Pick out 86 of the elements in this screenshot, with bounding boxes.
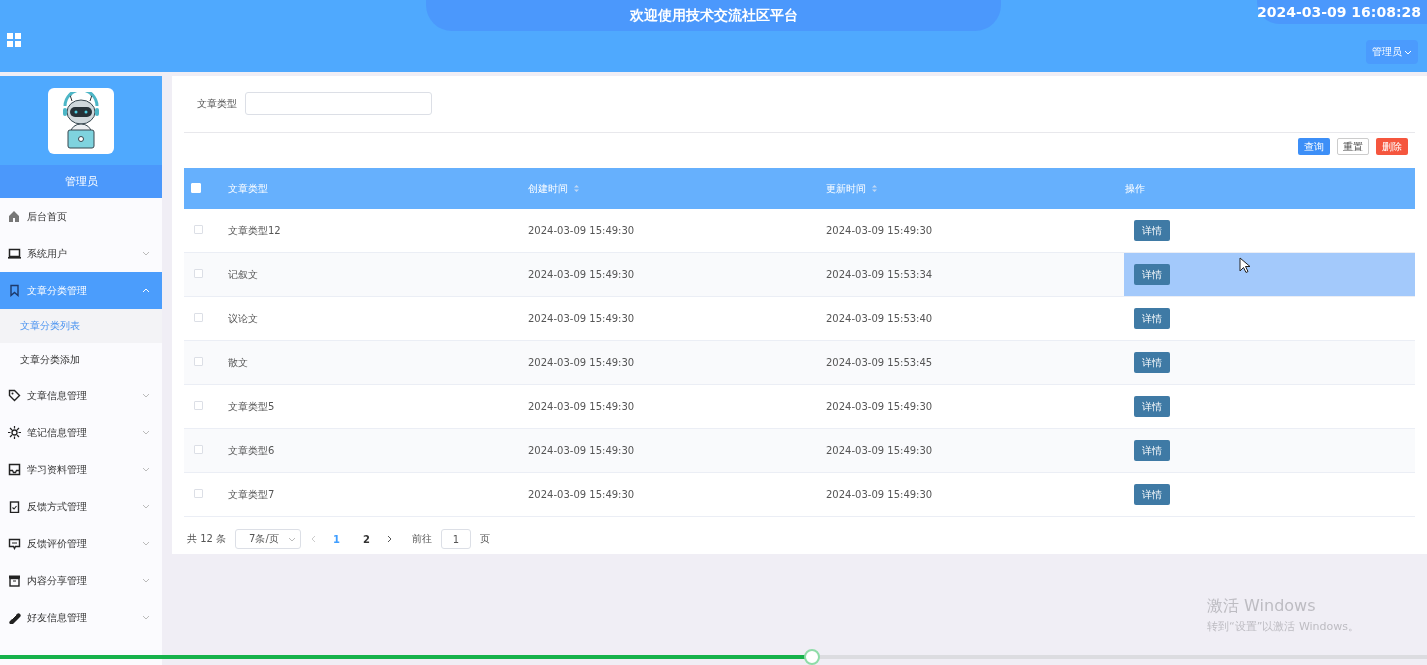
menu-item[interactable]: 好友信息管理 xyxy=(0,599,162,636)
playback-track[interactable] xyxy=(0,655,1427,659)
menu-icon xyxy=(8,284,21,297)
submenu-item[interactable]: 文章分类添加 xyxy=(0,343,162,377)
table-cell: 文章类型6 xyxy=(228,444,275,456)
site-title: 欢迎使用技术交流社区平台 xyxy=(426,0,1001,31)
action-button[interactable]: 查询 xyxy=(1298,138,1330,155)
user-menu-button[interactable]: 管理员 xyxy=(1366,40,1418,64)
menu-item[interactable]: 学习资料管理 xyxy=(0,451,162,488)
submenu-item[interactable]: 文章分类列表 xyxy=(0,309,162,343)
sort-icon[interactable] xyxy=(573,184,580,193)
menu-item[interactable]: 内容分享管理 xyxy=(0,562,162,599)
table-cell: 2024-03-09 15:49:30 xyxy=(826,445,933,456)
table-cell: 2024-03-09 15:49:30 xyxy=(528,445,635,456)
total-count: 共 12 条 xyxy=(187,532,227,546)
table-cell: 文章类型5 xyxy=(228,400,275,412)
page-number[interactable]: 2 xyxy=(356,533,378,545)
sort-icon[interactable] xyxy=(871,184,878,193)
menu-icon xyxy=(8,574,21,587)
table-cell: 2024-03-09 15:49:30 xyxy=(528,269,635,280)
detail-button[interactable]: 详情 xyxy=(1134,308,1170,329)
table-cell: 2024-03-09 15:53:40 xyxy=(826,313,933,324)
row-checkbox[interactable] xyxy=(194,357,203,366)
menu-icon xyxy=(8,210,21,223)
menu-icon xyxy=(8,611,21,624)
menu-icon xyxy=(8,247,21,260)
row-checkbox[interactable] xyxy=(194,313,203,322)
menu-icon xyxy=(8,463,21,476)
page-input[interactable]: 1 xyxy=(441,529,472,549)
row-checkbox[interactable] xyxy=(194,489,203,498)
profile-name: 管理员 xyxy=(0,165,162,198)
menu-icon xyxy=(8,389,21,402)
search-field[interactable] xyxy=(245,92,432,115)
menu-item[interactable]: 文章信息管理 xyxy=(0,377,162,414)
table-cell: 散文 xyxy=(228,356,248,368)
menu-item[interactable]: 反馈方式管理 xyxy=(0,488,162,525)
page-number[interactable]: 1 xyxy=(326,533,348,545)
detail-button[interactable]: 详情 xyxy=(1134,220,1170,241)
table-cell: 2024-03-09 15:49:30 xyxy=(826,225,933,236)
playback-handle[interactable] xyxy=(804,649,821,665)
next-page-icon[interactable] xyxy=(386,535,394,543)
table-cell: 文章类型7 xyxy=(228,488,275,500)
detail-button[interactable]: 详情 xyxy=(1134,264,1170,285)
table-cell: 2024-03-09 15:53:45 xyxy=(826,357,933,368)
table-cell: 2024-03-09 15:49:30 xyxy=(528,313,635,324)
mouse-pointer-icon xyxy=(1239,257,1251,274)
menu-icon xyxy=(8,426,21,439)
menu-icon xyxy=(8,537,21,550)
action-button[interactable]: 重置 xyxy=(1337,138,1369,155)
chevron-down-icon xyxy=(1404,48,1412,56)
table-cell: 2024-03-09 15:49:30 xyxy=(528,401,635,412)
action-button[interactable]: 删除 xyxy=(1376,138,1408,155)
detail-button[interactable]: 详情 xyxy=(1134,440,1170,461)
row-checkbox[interactable] xyxy=(194,445,203,454)
page-size-select[interactable]: 7条/页 xyxy=(235,529,302,549)
menu-item[interactable]: 系统用户 xyxy=(0,235,162,272)
table-cell: 文章类型12 xyxy=(228,224,281,236)
row-checkbox[interactable] xyxy=(194,401,203,410)
menu-icon xyxy=(8,500,21,513)
column-header: 操作 xyxy=(1125,181,1145,196)
detail-button[interactable]: 详情 xyxy=(1134,396,1170,417)
row-checkbox[interactable] xyxy=(194,225,203,234)
table-cell: 2024-03-09 15:49:30 xyxy=(528,489,635,500)
select-all-checkbox[interactable] xyxy=(191,182,201,193)
goto-suffix: 页 xyxy=(480,532,491,546)
menu-item[interactable]: 后台首页 xyxy=(0,198,162,235)
grid-menu-icon[interactable] xyxy=(7,33,21,47)
clock: 2024-03-09 16:08:28 xyxy=(1256,0,1427,24)
table-cell: 2024-03-09 15:53:34 xyxy=(826,269,933,280)
table-cell: 2024-03-09 15:49:30 xyxy=(528,357,635,368)
table-cell: 记叙文 xyxy=(228,268,258,280)
field-label: 文章类型 xyxy=(197,96,237,111)
goto-label: 前往 xyxy=(412,532,433,546)
row-checkbox[interactable] xyxy=(194,269,203,278)
table-cell: 2024-03-09 15:49:30 xyxy=(528,225,635,236)
menu-item[interactable]: 反馈评价管理 xyxy=(0,525,162,562)
chevron-down-icon xyxy=(288,535,297,543)
table-cell: 2024-03-09 15:49:30 xyxy=(826,489,933,500)
table-cell: 议论文 xyxy=(228,312,258,324)
detail-button[interactable]: 详情 xyxy=(1134,484,1170,505)
detail-button[interactable]: 详情 xyxy=(1134,352,1170,373)
menu-item[interactable]: 笔记信息管理 xyxy=(0,414,162,451)
column-header: 文章类型 xyxy=(228,181,268,196)
menu-item[interactable]: 文章分类管理 xyxy=(0,272,162,309)
prev-page-icon[interactable] xyxy=(310,535,318,543)
table-cell: 2024-03-09 15:49:30 xyxy=(826,401,933,412)
